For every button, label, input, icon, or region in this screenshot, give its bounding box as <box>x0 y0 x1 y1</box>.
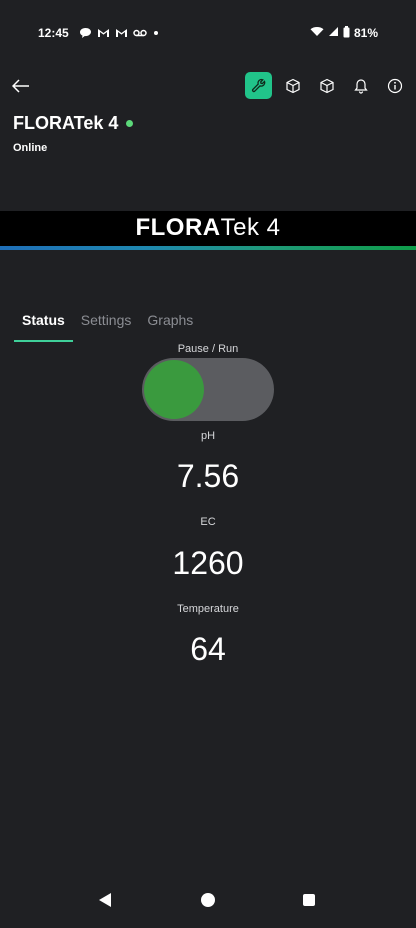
clock: 12:45 <box>38 26 69 40</box>
cube-icon <box>319 78 334 93</box>
banner-stripe <box>0 246 416 250</box>
gmail-icon <box>115 28 128 38</box>
cube-button-1[interactable] <box>279 72 306 99</box>
ec-label: EC <box>200 516 216 528</box>
wrench-icon <box>251 78 265 92</box>
nav-recents-icon[interactable] <box>303 894 315 906</box>
temperature-value: 64 <box>190 631 226 667</box>
tab-settings[interactable]: Settings <box>73 310 140 342</box>
device-name: FLORATek 4 <box>13 113 119 133</box>
pause-run-toggle[interactable] <box>142 358 274 421</box>
brand-logo: FLORATek 4 <box>135 214 281 241</box>
ec-value: 1260 <box>172 545 244 581</box>
gmail-icon <box>97 28 110 38</box>
tab-status[interactable]: Status <box>14 310 73 342</box>
notification-icons <box>79 27 160 39</box>
ph-label: pH <box>200 430 216 442</box>
temperature-label: Temperature <box>177 603 239 615</box>
cube-button-2[interactable] <box>313 72 340 99</box>
voicemail-icon <box>132 29 147 37</box>
cube-icon <box>285 78 300 93</box>
tab-bar: Status Settings Graphs <box>14 310 201 342</box>
battery-percentage: 81% <box>353 26 378 40</box>
info-icon <box>387 78 402 93</box>
wifi-icon <box>310 26 324 40</box>
battery-icon <box>343 25 350 41</box>
dot-icon <box>152 29 160 37</box>
tab-graphs[interactable]: Graphs <box>139 310 201 342</box>
info-button[interactable] <box>381 72 408 99</box>
ph-value: 7.56 <box>176 458 240 494</box>
app-screen: 12:45 81% FLORATek 4 Online FLORATek 4 S… <box>0 0 416 928</box>
app-header <box>0 70 416 102</box>
device-status: Online <box>13 142 48 154</box>
arrow-left-icon <box>12 79 29 93</box>
back-button[interactable] <box>10 75 32 97</box>
status-bar: 12:45 81% <box>0 0 416 66</box>
toggle-label: Pause / Run <box>177 343 239 355</box>
toggle-knob[interactable] <box>144 360 204 419</box>
brand-banner: FLORATek 4 <box>0 211 416 250</box>
nav-back-icon[interactable] <box>99 893 111 907</box>
signal-icon <box>328 26 339 40</box>
chat-bubble-icon <box>79 27 92 39</box>
bell-icon <box>353 78 368 94</box>
online-indicator <box>126 120 134 127</box>
header-actions <box>245 72 408 99</box>
device-title: FLORATek 4 <box>13 113 134 134</box>
notifications-button[interactable] <box>347 72 374 99</box>
wrench-button[interactable] <box>245 72 272 99</box>
system-status: 81% <box>310 25 378 41</box>
nav-home-icon[interactable] <box>201 893 215 907</box>
system-nav-bar <box>0 880 416 928</box>
